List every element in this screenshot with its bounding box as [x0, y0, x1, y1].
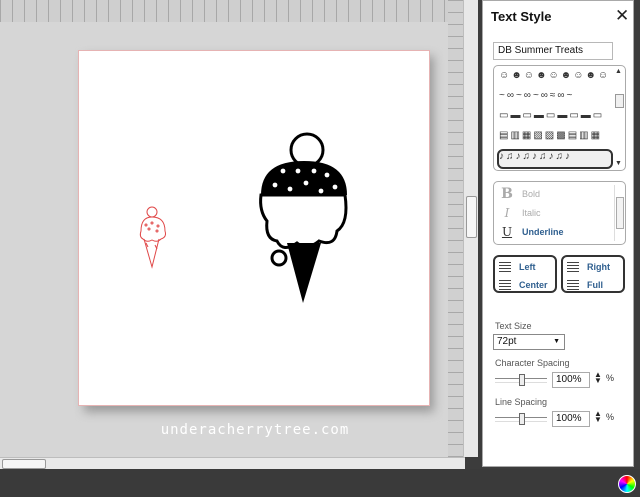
bold-label: Bold — [522, 189, 541, 199]
canvas-area[interactable]: underacherrytree.com — [0, 0, 465, 457]
percent-sign: % — [606, 373, 615, 383]
italic-label: Italic — [522, 208, 541, 218]
align-full-button[interactable]: Full — [567, 277, 603, 293]
underline-icon: U — [501, 225, 513, 239]
text-size-value: 72pt — [497, 336, 517, 347]
glyph-row[interactable]: ~∞~∞~∞≈∞~ — [499, 90, 611, 106]
font-name-field[interactable]: DB Summer Treats — [493, 42, 613, 60]
scroll-down-icon[interactable]: ▼ — [615, 160, 622, 167]
italic-option[interactable]: I Italic — [500, 205, 541, 221]
align-left-label: Left — [519, 262, 536, 272]
align-center-button[interactable]: Center — [499, 277, 548, 293]
align-right-button[interactable]: Right — [567, 259, 610, 275]
percent-sign: % — [606, 412, 615, 422]
style-scrollbar[interactable] — [614, 185, 624, 241]
chevron-down-icon: ▼ — [553, 338, 560, 345]
character-spacing-stepper[interactable]: ▲ ▼ — [594, 371, 602, 385]
scroll-up-icon[interactable]: ▲ — [615, 68, 622, 75]
underline-option[interactable]: U Underline — [500, 224, 564, 240]
line-spacing-knob[interactable] — [519, 413, 525, 425]
align-left-center-group: Left Center — [493, 255, 557, 293]
align-center-label: Center — [519, 280, 548, 290]
glyph-selector[interactable]: ☺☻☺☻☺☻☺☻☺ ~∞~∞~∞≈∞~ ▭▬▭▬▭▬▭▬▭ ▤▥▦▧▨▩▤▥▦ … — [493, 65, 626, 171]
glyph-scroll-thumb[interactable] — [615, 94, 624, 108]
align-left-button[interactable]: Left — [499, 259, 536, 275]
color-wheel-icon[interactable] — [618, 475, 636, 493]
align-full-icon — [567, 280, 579, 290]
line-spacing-stepper[interactable]: ▲ ▼ — [594, 410, 602, 424]
character-spacing-input[interactable]: 100% — [552, 372, 590, 388]
vertical-scroll-thumb[interactable] — [466, 196, 477, 238]
glyph-row[interactable]: ▭▬▭▬▭▬▭▬▭ — [499, 110, 611, 126]
glyph-row[interactable]: ▤▥▦▧▨▩▤▥▦ — [499, 130, 611, 146]
vertical-scrollbar[interactable] — [463, 0, 478, 457]
style-scroll-thumb[interactable] — [616, 197, 624, 229]
mat-page[interactable] — [78, 50, 430, 406]
text-style-panel: Text Style ✕ DB Summer Treats ☺☻☺☻☺☻☺☻☺ … — [482, 0, 634, 467]
character-spacing-knob[interactable] — [519, 374, 525, 386]
align-left-icon — [499, 262, 511, 272]
text-size-label: Text Size — [495, 321, 532, 331]
small-ice-cream-shape[interactable] — [137, 203, 173, 271]
top-ruler — [0, 0, 465, 22]
align-right-full-group: Right Full — [561, 255, 625, 293]
horizontal-scroll-thumb[interactable] — [2, 459, 46, 469]
align-center-icon — [499, 280, 511, 290]
align-right-label: Right — [587, 262, 610, 272]
line-spacing-slider[interactable] — [495, 413, 547, 425]
large-ice-cream-shape[interactable] — [257, 131, 352, 306]
font-style-list: B Bold I Italic U Underline — [493, 181, 626, 245]
text-size-select[interactable]: 72pt ▼ — [493, 334, 565, 350]
panel-title: Text Style — [491, 9, 552, 24]
status-bar — [0, 469, 640, 497]
glyph-scrollbar[interactable]: ▲ ▼ — [614, 68, 624, 168]
line-spacing-input[interactable]: 100% — [552, 411, 590, 427]
close-icon[interactable]: ✕ — [615, 6, 629, 26]
character-spacing-slider[interactable] — [495, 374, 547, 386]
watermark-text: underacherrytree.com — [160, 422, 350, 438]
bold-option[interactable]: B Bold — [500, 186, 540, 202]
glyph-row[interactable]: ☺☻☺☻☺☻☺☻☺ — [499, 70, 611, 86]
underline-label: Underline — [522, 227, 564, 237]
align-right-icon — [567, 262, 579, 272]
character-spacing-label: Character Spacing — [495, 358, 570, 368]
bold-icon: B — [501, 186, 513, 202]
line-spacing-label: Line Spacing — [495, 397, 548, 407]
align-full-label: Full — [587, 280, 603, 290]
glyph-row-selected[interactable]: ♪♫♪♫♪♫♪♫♪ — [497, 149, 613, 169]
italic-icon: I — [504, 206, 510, 220]
